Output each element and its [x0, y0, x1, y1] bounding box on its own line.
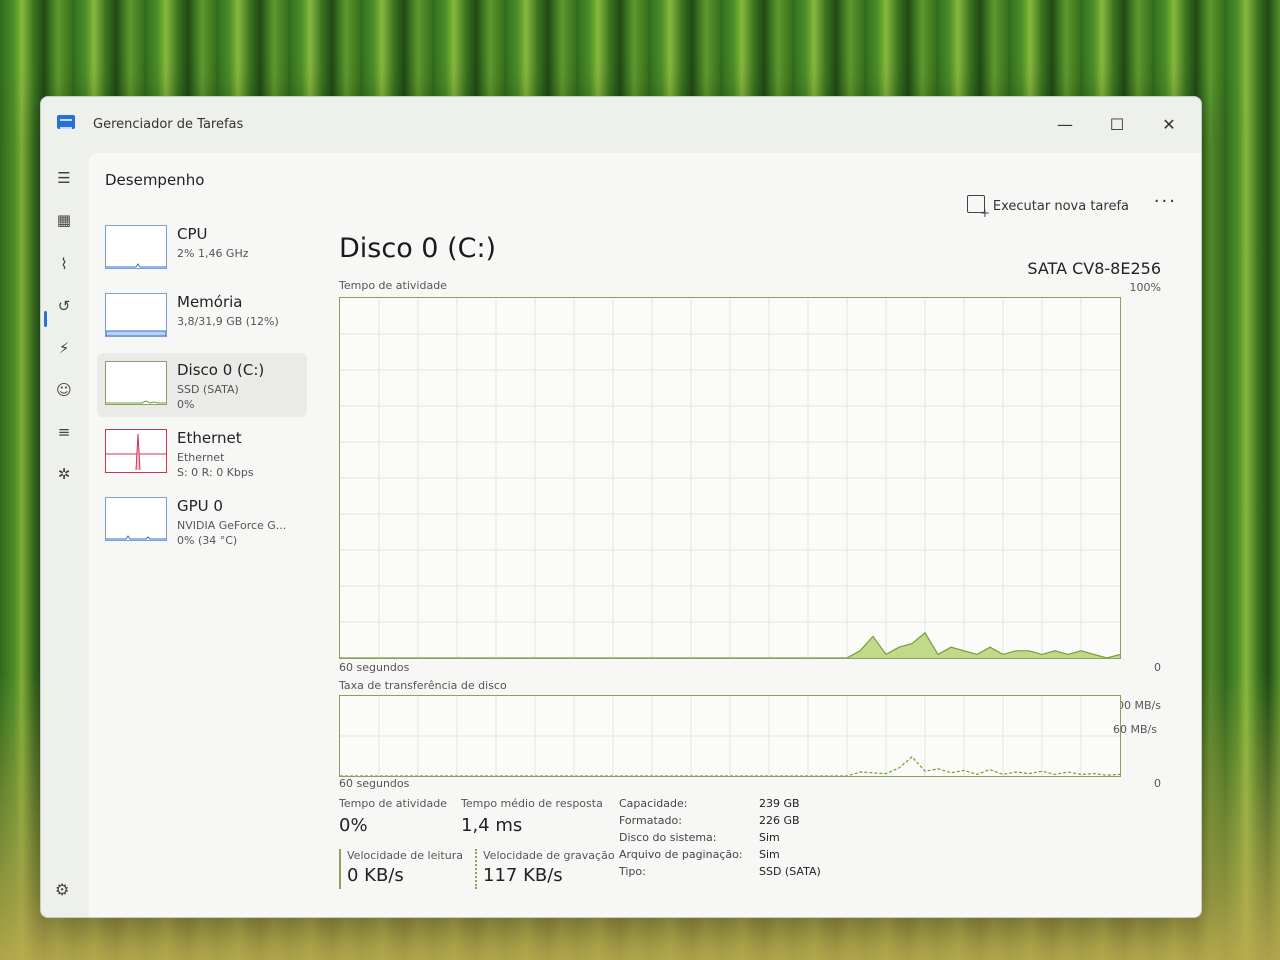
navigation-rail: ☰ ▦ ⌇ ↺ ⚡ ☺ ≡ ✲ ⚙: [41, 153, 89, 917]
property-label: Arquivo de paginação:: [619, 848, 743, 861]
nav-active-indicator: [44, 311, 47, 327]
details-icon[interactable]: ≡: [53, 421, 75, 443]
cpu-thumbnail-graph: [105, 225, 167, 269]
property-value: Sim: [759, 831, 780, 844]
transfer-graph-label: Taxa de transferência de disco: [339, 679, 507, 692]
device-item-disk-0[interactable]: Disco 0 (C:) SSD (SATA) 0%: [97, 353, 307, 417]
run-task-label: Executar nova tarefa: [992, 199, 1129, 214]
title-bar[interactable]: Gerenciador de Tarefas — ☐ ✕: [41, 97, 1201, 153]
content-area: Desempenho Executar nova tarefa ··· CPU …: [89, 153, 1201, 917]
device-sub: 3,8/31,9 GB (12%): [177, 315, 279, 328]
activity-graph-svg: [340, 298, 1120, 658]
read-speed-label: Velocidade de leitura: [347, 849, 463, 862]
write-speed-label: Velocidade de gravação: [483, 849, 615, 862]
activity-time-label: 60 segundos: [339, 661, 410, 674]
device-sub2: 0%: [177, 398, 195, 411]
device-item-cpu[interactable]: CPU 2% 1,46 GHz: [97, 217, 307, 281]
gear-icon[interactable]: ⚙: [55, 880, 69, 899]
transfer-time-label: 60 segundos: [339, 777, 410, 790]
device-sub2: 0% (34 °C): [177, 534, 238, 547]
device-name: Ethernet: [177, 429, 242, 447]
device-name: Memória: [177, 293, 243, 311]
property-value: Sim: [759, 848, 780, 861]
more-options-button[interactable]: ···: [1154, 191, 1177, 212]
window-title: Gerenciador de Tarefas: [93, 117, 244, 132]
device-item-gpu-0[interactable]: GPU 0 NVIDIA GeForce G... 0% (34 °C): [97, 489, 307, 553]
device-name: CPU: [177, 225, 208, 243]
startup-icon[interactable]: ⚡: [53, 337, 75, 359]
users-icon[interactable]: ☺: [53, 379, 75, 401]
activity-min-label: 0: [1154, 661, 1161, 674]
device-name: Disco 0 (C:): [177, 361, 265, 379]
activity-graph: [339, 297, 1121, 659]
device-sub: 2% 1,46 GHz: [177, 247, 249, 260]
property-value: SSD (SATA): [759, 865, 821, 878]
run-new-task-button[interactable]: Executar nova tarefa: [966, 195, 1129, 220]
transfer-graph-svg: [340, 696, 1120, 776]
run-task-icon: [966, 195, 990, 220]
maximize-button[interactable]: ☐: [1097, 111, 1137, 139]
property-label: Capacidade:: [619, 797, 688, 810]
response-time-label: Tempo médio de resposta: [461, 797, 603, 810]
disk-thumbnail-graph: [105, 361, 167, 405]
read-speed-marker: [339, 849, 341, 889]
task-manager-window: Gerenciador de Tarefas — ☐ ✕ ☰ ▦ ⌇ ↺ ⚡ ☺…: [40, 96, 1202, 918]
transfer-min-label: 0: [1154, 777, 1161, 790]
activity-max-label: 100%: [1129, 281, 1161, 294]
disk-stats: Tempo de atividade 0% Tempo médio de res…: [339, 793, 1099, 903]
page-title: Desempenho: [105, 171, 205, 189]
device-sub: SSD (SATA): [177, 383, 239, 396]
property-value: 226 GB: [759, 814, 800, 827]
services-icon[interactable]: ✲: [53, 463, 75, 485]
performance-icon[interactable]: ⌇: [53, 253, 75, 275]
property-value: 239 GB: [759, 797, 800, 810]
transfer-graph: [339, 695, 1121, 777]
response-time-value: 1,4 ms: [461, 815, 523, 836]
minimize-button[interactable]: —: [1045, 111, 1085, 139]
write-speed-marker: [475, 849, 477, 889]
hamburger-icon[interactable]: ☰: [53, 167, 75, 189]
transfer-mid-label: 60 MB/s: [1113, 723, 1157, 736]
write-speed-value: 117 KB/s: [483, 865, 563, 886]
device-item-ethernet[interactable]: Ethernet Ethernet S: 0 R: 0 Kbps: [97, 421, 307, 485]
property-label: Tipo:: [619, 865, 646, 878]
device-list: CPU 2% 1,46 GHz Memória 3,8/31,9 GB (12%…: [97, 217, 307, 557]
active-time-value: 0%: [339, 815, 368, 836]
property-label: Formatado:: [619, 814, 682, 827]
property-label: Disco do sistema:: [619, 831, 717, 844]
device-name: GPU 0: [177, 497, 223, 515]
memory-thumbnail-graph: [105, 293, 167, 337]
device-sub: NVIDIA GeForce G...: [177, 519, 287, 532]
read-speed-value: 0 KB/s: [347, 865, 404, 886]
active-time-label: Tempo de atividade: [339, 797, 447, 810]
device-sub: Ethernet: [177, 451, 225, 464]
ethernet-thumbnail-graph: [105, 429, 167, 473]
task-manager-app-icon: [57, 115, 75, 129]
close-button[interactable]: ✕: [1149, 111, 1189, 139]
processes-icon[interactable]: ▦: [53, 209, 75, 231]
gpu-thumbnail-graph: [105, 497, 167, 541]
history-icon[interactable]: ↺: [53, 295, 75, 317]
disk-title: Disco 0 (C:): [339, 233, 497, 264]
activity-graph-label: Tempo de atividade: [339, 279, 447, 292]
device-item-memory[interactable]: Memória 3,8/31,9 GB (12%): [97, 285, 307, 349]
disk-model: SATA CV8-8E256: [1027, 259, 1161, 278]
device-sub2: S: 0 R: 0 Kbps: [177, 466, 254, 479]
